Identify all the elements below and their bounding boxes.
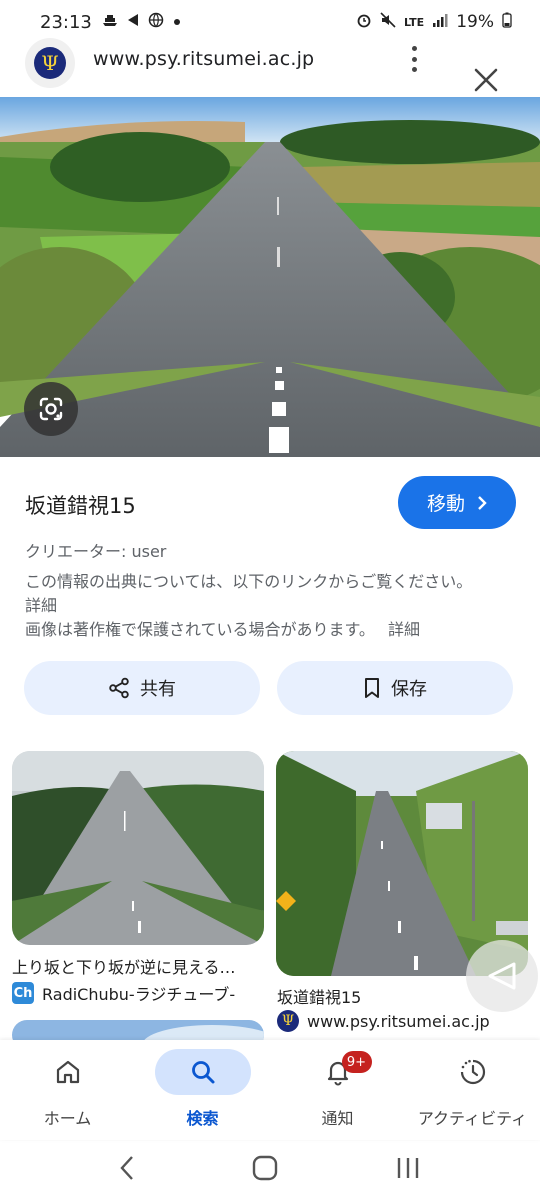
copyright-notice: 画像は著作権で保護されている場合があります。 詳細: [25, 616, 420, 640]
preview-image[interactable]: [0, 97, 540, 457]
more-options-button[interactable]: [403, 42, 425, 76]
visit-button-label: 移動: [426, 493, 465, 515]
related-source-2[interactable]: Ψ www.psy.ritsumei.ac.jp: [277, 1010, 490, 1032]
close-icon: [474, 68, 498, 92]
bottom-navigation: ホーム 検索 9+ 通知 アクティビティ: [0, 1040, 540, 1140]
source-header: Ψ www.psy.ritsumei.ac.jp: [0, 34, 540, 92]
close-button[interactable]: [470, 64, 502, 96]
nav-notifications-label: 通知: [321, 1109, 354, 1128]
search-icon: [191, 1061, 214, 1084]
source-details-link[interactable]: 詳細: [25, 592, 57, 616]
status-time: 23:13: [40, 11, 92, 33]
nav-activity[interactable]: アクティビティ: [405, 1040, 540, 1140]
related-source-1[interactable]: Ch RadiChubu-ラジチューブ-: [12, 981, 235, 1005]
source-url[interactable]: www.psy.ritsumei.ac.jp: [93, 48, 314, 70]
share-icon: [109, 677, 129, 699]
signal-icon: [432, 12, 448, 32]
radichubu-logo-icon: Ch: [12, 982, 34, 1004]
nav-home[interactable]: ホーム: [0, 1040, 135, 1140]
chevron-right-icon: [478, 495, 487, 510]
related-title-1[interactable]: 上り坂と下り坂が逆に見える…: [12, 954, 264, 978]
kebab-dot-icon: [411, 67, 417, 72]
copyright-details-link[interactable]: 詳細: [388, 620, 420, 639]
nav-search[interactable]: 検索: [135, 1040, 270, 1140]
nav-search-label: 検索: [186, 1109, 219, 1128]
battery-percent: 19%: [456, 12, 494, 32]
site-logo[interactable]: Ψ: [25, 38, 75, 88]
lens-search-button[interactable]: [24, 382, 78, 436]
floating-action-button[interactable]: [466, 940, 538, 1012]
creator-text: クリエーター: user: [25, 542, 167, 561]
home-icon: [56, 1060, 79, 1084]
share-label: 共有: [140, 679, 176, 700]
alarm-icon: [356, 12, 372, 33]
bookmark-icon: [365, 678, 379, 698]
back-chevron-icon: [120, 1156, 133, 1180]
triangle-back-icon: [488, 962, 516, 990]
kebab-dot-icon: [411, 56, 417, 62]
battery-icon: [502, 12, 512, 33]
globe-icon: [148, 12, 164, 32]
recents-icon: [398, 1158, 419, 1178]
google-lens-icon: [39, 397, 63, 421]
nav-notifications[interactable]: 9+ 通知: [270, 1040, 405, 1140]
related-image-1[interactable]: [12, 751, 264, 945]
system-back-button[interactable]: [117, 1153, 137, 1187]
psi-logo-icon: Ψ: [277, 1010, 299, 1032]
navigation-arrow-icon: [127, 13, 139, 31]
dot-icon: [173, 14, 181, 30]
related-source-name-2: www.psy.ritsumei.ac.jp: [307, 1011, 490, 1031]
psi-logo-icon: Ψ: [34, 47, 66, 79]
home-square-icon: [252, 1155, 278, 1181]
kebab-dot-icon: [411, 46, 417, 51]
visit-button[interactable]: 移動: [398, 476, 516, 529]
ship-icon: [102, 13, 118, 31]
system-navigation-bar: [0, 1140, 540, 1200]
source-info-text: この情報の出典については、以下のリンクからご覧ください。: [25, 572, 473, 591]
share-button[interactable]: 共有: [24, 661, 260, 715]
network-type-label: LTE: [403, 15, 425, 29]
image-title: 坂道錯視15: [25, 494, 136, 518]
system-home-button[interactable]: [250, 1153, 280, 1187]
save-button[interactable]: 保存: [277, 661, 513, 715]
nav-activity-label: アクティビティ: [417, 1109, 528, 1128]
system-recents-button[interactable]: [393, 1153, 423, 1187]
related-title-2[interactable]: 坂道錯視15: [277, 984, 361, 1008]
save-label: 保存: [391, 679, 427, 700]
nav-home-label: ホーム: [43, 1109, 92, 1128]
related-source-name-1: RadiChubu-ラジチューブ-: [42, 985, 236, 1004]
copyright-text: 画像は著作権で保護されている場合があります。: [25, 620, 375, 639]
notification-badge: 9+: [341, 1051, 372, 1073]
mute-icon: [380, 11, 396, 33]
activity-icon: [460, 1059, 485, 1085]
